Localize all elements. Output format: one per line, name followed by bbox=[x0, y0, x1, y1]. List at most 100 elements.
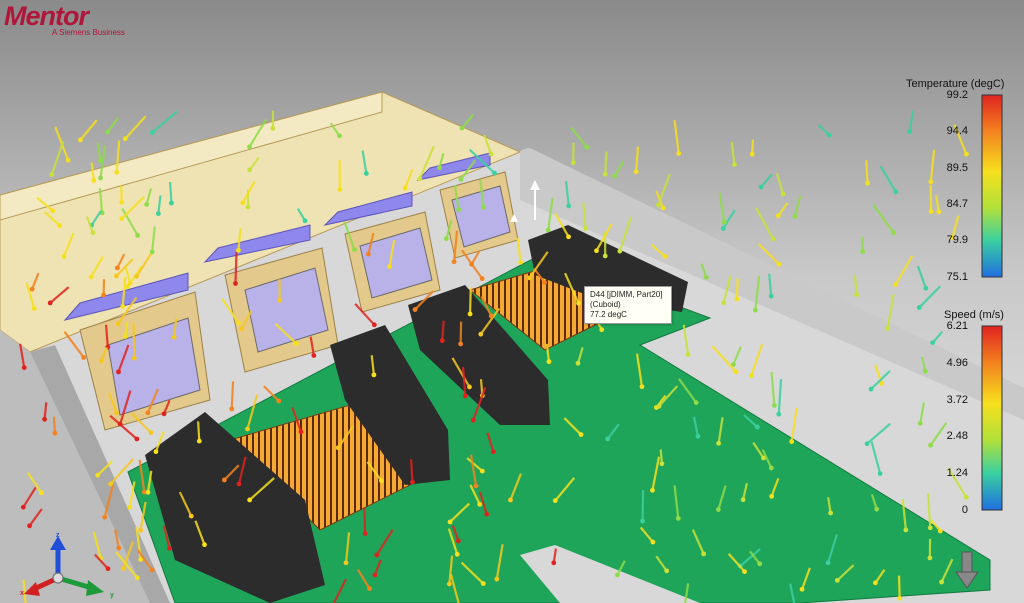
flow-vector-head bbox=[508, 497, 513, 503]
flow-vector-head bbox=[115, 321, 121, 327]
flow-vector-head bbox=[873, 580, 878, 586]
flow-vector-head bbox=[437, 165, 442, 171]
flow-vector-head bbox=[337, 187, 343, 192]
flow-vector-head bbox=[660, 205, 666, 211]
flow-vector-head bbox=[116, 369, 121, 375]
flow-vector-head bbox=[771, 402, 777, 408]
flow-vector-head bbox=[166, 545, 172, 551]
flow-vector-head bbox=[196, 438, 202, 444]
flow-vector-head bbox=[775, 213, 781, 219]
flow-vector-head bbox=[928, 442, 933, 448]
flow-vector-head bbox=[922, 368, 928, 374]
speed-legend-tick: 2.48 bbox=[946, 430, 968, 443]
flow-vector-head bbox=[277, 297, 283, 303]
flow-vector-head bbox=[776, 261, 782, 267]
flow-vector-head bbox=[768, 465, 774, 471]
flow-vector-head bbox=[49, 172, 55, 177]
flow-vector-head bbox=[874, 506, 880, 512]
flow-vector-head bbox=[417, 176, 423, 182]
flow-vector-head bbox=[639, 384, 645, 390]
speed-legend-tick: 3.72 bbox=[946, 393, 968, 406]
temperature-legend-tick: 79.9 bbox=[946, 234, 968, 247]
flow-vector-head bbox=[479, 468, 485, 474]
flow-vector-head bbox=[236, 247, 241, 253]
flow-vector-head bbox=[52, 430, 58, 436]
flow-vector-head bbox=[542, 280, 547, 285]
flow-vector-head bbox=[676, 151, 682, 156]
temperature-colorbar bbox=[981, 94, 1003, 278]
flow-vector-head bbox=[27, 523, 32, 529]
flow-vector-head bbox=[236, 320, 242, 326]
flow-vector-head bbox=[108, 481, 114, 487]
tooltip-part-type: (Cuboid) bbox=[590, 300, 621, 309]
flow-vector bbox=[441, 320, 445, 341]
flow-vector-head bbox=[761, 455, 766, 461]
flow-vector-head bbox=[893, 189, 899, 195]
flow-vector bbox=[234, 252, 238, 284]
flow-vector-head bbox=[447, 519, 453, 525]
flow-vector-head bbox=[877, 471, 883, 476]
3d-viewport[interactable] bbox=[0, 0, 1024, 603]
flow-vector-head bbox=[916, 305, 922, 310]
flow-vector-head bbox=[937, 528, 943, 534]
flow-vector-head bbox=[77, 137, 83, 143]
flow-vector bbox=[641, 490, 645, 522]
flow-vector-head bbox=[131, 355, 137, 361]
flow-vector-head bbox=[202, 542, 207, 548]
flow-vector-head bbox=[752, 307, 758, 313]
flow-vector-head bbox=[239, 326, 245, 332]
flow-vector-head bbox=[757, 561, 763, 567]
flow-vector-head bbox=[907, 129, 913, 134]
flow-vector-head bbox=[91, 178, 97, 183]
logo-name: Mentor bbox=[4, 1, 89, 31]
flow-vector bbox=[409, 458, 414, 483]
flow-vector-head bbox=[721, 300, 727, 306]
flow-vector-head bbox=[826, 132, 832, 138]
flow-vector-head bbox=[247, 497, 253, 503]
flow-vector bbox=[197, 421, 201, 442]
speed-legend-tick: 4.96 bbox=[946, 356, 968, 369]
flow-vector-head bbox=[740, 497, 746, 503]
flow-vector-head bbox=[114, 265, 120, 271]
flow-vector-head bbox=[518, 259, 523, 265]
tooltip-part-name: D44 [jDIMM, Part20] bbox=[590, 290, 663, 299]
flow-vector-head bbox=[566, 234, 571, 240]
flow-vector-head bbox=[612, 173, 617, 179]
flow-vector-head bbox=[122, 334, 128, 339]
flow-vector-head bbox=[939, 579, 945, 585]
part-tooltip: D44 [jDIMM, Part20] (Cuboid) 77.2 degC bbox=[584, 286, 672, 324]
flow-vector-head bbox=[171, 334, 177, 340]
flow-vector-head bbox=[120, 565, 126, 571]
temperature-legend-tick: 75.1 bbox=[946, 270, 968, 283]
flow-vector-head bbox=[145, 410, 151, 416]
flow-vector-head bbox=[917, 421, 923, 426]
flow-vector-head bbox=[578, 432, 584, 437]
flow-vector-head bbox=[716, 440, 722, 446]
flow-vector-head bbox=[379, 478, 384, 484]
flow-vector-head bbox=[754, 424, 760, 430]
flow-vector-head bbox=[893, 282, 899, 288]
flow-vector-head bbox=[57, 223, 63, 228]
flow-vector-head bbox=[20, 504, 26, 510]
flow-vector-head bbox=[372, 572, 378, 578]
flow-vector-head bbox=[769, 493, 775, 499]
flow-vector-head bbox=[566, 203, 572, 209]
flow-vector-head bbox=[276, 398, 282, 404]
flow-vector-head bbox=[675, 515, 681, 521]
flow-vector bbox=[52, 416, 57, 434]
flow-vector-head bbox=[149, 249, 155, 255]
flow-vector-head bbox=[311, 353, 317, 358]
flow-vector-head bbox=[768, 293, 774, 299]
flow-vector-head bbox=[789, 439, 795, 444]
flow-vector-head bbox=[720, 226, 726, 231]
flow-vector-head bbox=[490, 449, 496, 455]
flow-vector-head bbox=[656, 202, 661, 208]
flow-vector-head bbox=[245, 426, 250, 432]
flow-vector-head bbox=[776, 411, 782, 417]
flow-vector-head bbox=[458, 341, 464, 347]
flow-vector-head bbox=[233, 281, 238, 286]
flow-vector-head bbox=[161, 411, 167, 417]
flow-vector-head bbox=[122, 136, 128, 142]
flow-vector-head bbox=[221, 477, 227, 483]
flow-vector-head bbox=[21, 365, 27, 370]
